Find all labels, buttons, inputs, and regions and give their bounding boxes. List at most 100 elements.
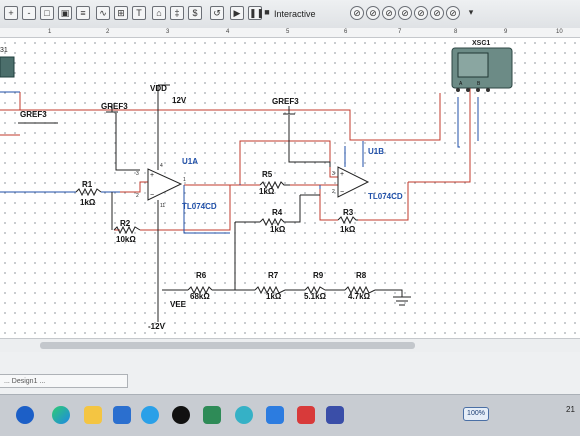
graph-icon[interactable]: $: [188, 6, 202, 20]
tool-icon[interactable]: ↺: [210, 6, 224, 20]
r3-name: R3: [343, 208, 354, 217]
windows-start-icon[interactable]: [16, 406, 34, 424]
gref-u1a-label: GREF3: [101, 102, 128, 111]
r7-name: R7: [268, 271, 279, 280]
ruler-mark: 10: [556, 29, 563, 35]
ruler-mark: 1: [48, 29, 52, 35]
simulation-toolbar: + - □ ▣ ≡ ∿ ⊞ T ⌂ ‡ $ ↺ ▶ ❚❚ ■ Interacti…: [0, 0, 580, 29]
play-icon[interactable]: ▶: [230, 6, 244, 20]
schematic-diagram[interactable]: 31 A B XSC1 GREF3 GREF3 GREF3 VDD 12V VE…: [0, 37, 580, 347]
probe-power-icon[interactable]: ⊘: [382, 6, 396, 20]
spreadsheet-icon[interactable]: [203, 406, 221, 424]
r2-name: R2: [120, 219, 131, 228]
vdd-value: 12V: [172, 96, 187, 105]
gref-u1b-label: GREF3: [272, 97, 299, 106]
oscilloscope-terminal: [466, 88, 470, 92]
u1a-pin-11: 11: [160, 203, 165, 209]
blue-wires: [0, 91, 479, 234]
zoom-area-icon[interactable]: □: [40, 6, 54, 20]
u1a-part: TL074CD: [182, 202, 217, 211]
r2-value: 10kΩ: [116, 235, 136, 244]
ruler-mark: 4: [226, 29, 230, 35]
function-generator[interactable]: [0, 56, 15, 78]
u1a-pin-1: 1: [183, 177, 186, 183]
probe-icon[interactable]: ‡: [170, 6, 184, 20]
u1b-pin-3: 3: [332, 171, 335, 177]
horizontal-scrollbar[interactable]: [0, 338, 580, 353]
ruler-mark: 7: [398, 29, 402, 35]
r3-value: 1kΩ: [340, 225, 356, 234]
file-explorer-icon[interactable]: [84, 406, 102, 424]
scrollbar-thumb[interactable]: [40, 342, 415, 349]
oscilloscope-terminal: [486, 88, 490, 92]
probe-current-icon[interactable]: ⊘: [366, 6, 380, 20]
copilot-icon[interactable]: [141, 406, 159, 424]
oscilloscope-terminal: [476, 88, 480, 92]
zoom-in-icon[interactable]: +: [4, 6, 18, 20]
r6-name: R6: [196, 271, 207, 280]
ruler-mark: 2: [106, 29, 110, 35]
probe-voltage-icon[interactable]: ⊘: [350, 6, 364, 20]
u1a-name: U1A: [182, 157, 198, 166]
r1-name: R1: [82, 180, 93, 189]
probe-dropdown-icon[interactable]: ▾: [464, 6, 478, 20]
zoom-fit-icon[interactable]: ▣: [58, 6, 72, 20]
oscilloscope-screen: [457, 52, 489, 78]
r4-name: R4: [272, 208, 283, 217]
scope-label: XSC1: [472, 40, 490, 47]
r1-symbol: [75, 187, 102, 197]
k-app-icon[interactable]: [266, 406, 284, 424]
ruler-mark: 9: [504, 29, 508, 35]
stop-icon[interactable]: ■: [260, 6, 274, 20]
u1b-part: TL074CD: [368, 192, 403, 201]
probe-digital-icon[interactable]: ⊘: [430, 6, 444, 20]
mail-icon[interactable]: [113, 406, 131, 424]
r9-value: 5.1kΩ: [304, 292, 327, 301]
probe-diff-icon[interactable]: ⊘: [398, 6, 412, 20]
text-icon[interactable]: T: [132, 6, 146, 20]
dark-wires: [106, 84, 411, 322]
u1a-pin-3: 3: [136, 171, 139, 177]
r8-value: 4.7kΩ: [348, 292, 371, 301]
oscilloscope-terminal: [456, 88, 460, 92]
u1b-pin-2: 2: [332, 189, 335, 195]
component-icon[interactable]: ≡: [76, 6, 90, 20]
r8-name: R8: [356, 271, 367, 280]
ruler-mark: 6: [344, 29, 348, 35]
u1a-pin-4: 4: [160, 163, 163, 169]
vee-value: -12V: [148, 322, 166, 331]
zoom-indicator[interactable]: 100%: [463, 407, 489, 421]
r5-value: 1kΩ: [259, 187, 275, 196]
taskbar-clock[interactable]: 21: [566, 405, 575, 414]
calculator-icon[interactable]: [326, 406, 344, 424]
r7-value: 1kΩ: [266, 292, 282, 301]
wps-app-icon[interactable]: [297, 406, 315, 424]
instrument-icon[interactable]: ⌂: [152, 6, 166, 20]
design-sheet-tab[interactable]: ... Design1 ...: [0, 374, 128, 388]
ruler-mark: 5: [286, 29, 290, 35]
u1b-name: U1B: [368, 147, 384, 156]
vee-label: VEE: [170, 300, 187, 309]
vdd-label: VDD: [150, 84, 167, 93]
r9-name: R9: [313, 271, 324, 280]
r5-name: R5: [262, 170, 273, 179]
android-app-icon[interactable]: [235, 406, 253, 424]
probe-settings-icon[interactable]: ⊘: [446, 6, 460, 20]
r4-value: 1kΩ: [270, 225, 286, 234]
u1a-pin-2: 2: [136, 193, 139, 199]
ruler-mark: 8: [454, 29, 458, 35]
edge-browser-icon[interactable]: [52, 406, 70, 424]
wire-icon[interactable]: ∿: [96, 6, 110, 20]
bus-icon[interactable]: ⊞: [114, 6, 128, 20]
left-instrument-label: 31: [0, 47, 8, 54]
r3-symbol: [337, 215, 358, 225]
r1-value: 1kΩ: [80, 198, 96, 207]
zoom-out-icon[interactable]: -: [22, 6, 36, 20]
u1b-minus-sign: −: [340, 189, 344, 196]
red-wires: [0, 87, 471, 231]
ruler-mark: 3: [166, 29, 170, 35]
qq-icon[interactable]: [172, 406, 190, 424]
probe-ref-icon[interactable]: ⊘: [414, 6, 428, 20]
simulation-mode-label[interactable]: Interactive: [274, 9, 316, 19]
u1a-plus-sign: +: [150, 172, 154, 179]
